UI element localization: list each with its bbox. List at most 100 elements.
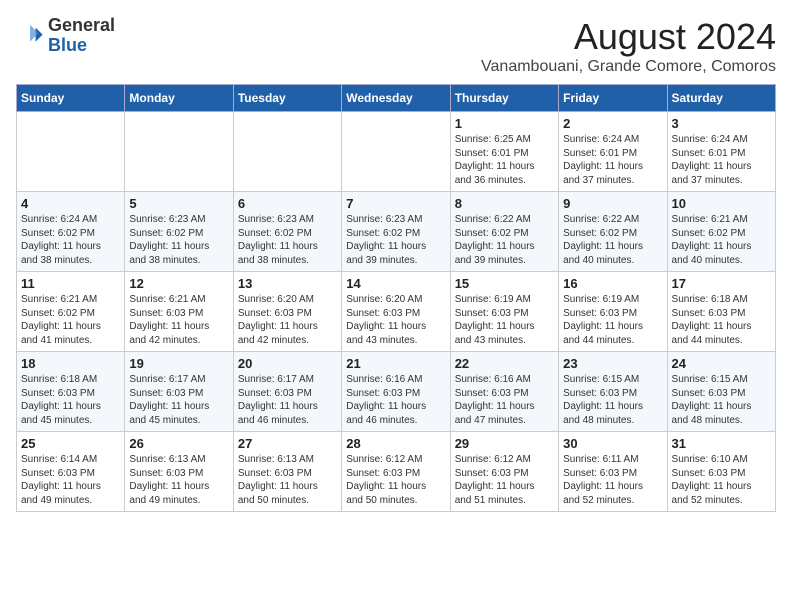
- calendar-cell: 23Sunrise: 6:15 AM Sunset: 6:03 PM Dayli…: [559, 352, 667, 432]
- day-number: 18: [21, 356, 120, 371]
- calendar-cell: 21 Sunrise: 6:16 AM Sunset: 6:03 PM Dayli…: [342, 352, 450, 432]
- day-number: 8: [455, 196, 554, 211]
- day-number: 6: [238, 196, 337, 211]
- calendar-cell: 9 Sunrise: 6:22 AM Sunset: 6:02 PM Daylig…: [559, 192, 667, 272]
- column-header-thursday: Thursday: [450, 85, 558, 112]
- day-number: 19: [129, 356, 228, 371]
- calendar-cell: 14 Sunrise: 6:20 AM Sunset: 6:03 PM Dayli…: [342, 272, 450, 352]
- location-subtitle: Vanambouani, Grande Comore, Comoros: [481, 58, 776, 76]
- day-info: Sunrise: 6:10 AM Sunset: 6:03 PM Dayligh…: [672, 453, 771, 507]
- calendar-cell: 18Sunrise: 6:18 AM Sunset: 6:03 PM Dayli…: [17, 352, 125, 432]
- day-info: Sunrise: 6:21 AM Sunset: 6:02 PM Dayligh…: [672, 213, 771, 267]
- calendar-cell: 26 Sunrise: 6:13 AM Sunset: 6:03 PM Dayli…: [125, 432, 233, 512]
- day-number: 2: [563, 116, 662, 131]
- day-number: 9: [563, 196, 662, 211]
- day-info: Sunrise: 6:16 AM Sunset: 6:03 PM Dayligh…: [346, 373, 445, 427]
- day-info: Sunrise: 6:13 AM Sunset: 6:03 PM Dayligh…: [129, 453, 228, 507]
- column-header-friday: Friday: [559, 85, 667, 112]
- day-number: 11: [21, 276, 120, 291]
- month-year-title: August 2024: [481, 16, 776, 58]
- calendar-cell: 27 Sunrise: 6:13 AM Sunset: 6:03 PM Dayli…: [233, 432, 341, 512]
- day-number: 17: [672, 276, 771, 291]
- day-info: Sunrise: 6:19 AM Sunset: 6:03 PM Dayligh…: [563, 293, 662, 347]
- day-number: 27: [238, 436, 337, 451]
- calendar-cell: [342, 112, 450, 192]
- day-info: Sunrise: 6:15 AM Sunset: 6:03 PM Dayligh…: [672, 373, 771, 427]
- calendar-cell: 22 Sunrise: 6:16 AM Sunset: 6:03 PM Dayli…: [450, 352, 558, 432]
- day-info: Sunrise: 6:22 AM Sunset: 6:02 PM Dayligh…: [455, 213, 554, 267]
- logo-icon: [16, 22, 44, 50]
- calendar-cell: 1Sunrise: 6:25 AM Sunset: 6:01 PM Daylig…: [450, 112, 558, 192]
- day-info: Sunrise: 6:16 AM Sunset: 6:03 PM Dayligh…: [455, 373, 554, 427]
- day-info: Sunrise: 6:23 AM Sunset: 6:02 PM Dayligh…: [346, 213, 445, 267]
- day-number: 10: [672, 196, 771, 211]
- calendar-cell: 31 Sunrise: 6:10 AM Sunset: 6:03 PM Dayli…: [667, 432, 775, 512]
- calendar-week-row: 4 Sunrise: 6:24 AM Sunset: 6:02 PM Daylig…: [17, 192, 776, 272]
- day-info: Sunrise: 6:18 AM Sunset: 6:03 PM Dayligh…: [672, 293, 771, 347]
- day-number: 22: [455, 356, 554, 371]
- day-number: 4: [21, 196, 120, 211]
- day-number: 25: [21, 436, 120, 451]
- column-header-tuesday: Tuesday: [233, 85, 341, 112]
- day-info: Sunrise: 6:22 AM Sunset: 6:02 PM Dayligh…: [563, 213, 662, 267]
- calendar-week-row: 18Sunrise: 6:18 AM Sunset: 6:03 PM Dayli…: [17, 352, 776, 432]
- column-header-monday: Monday: [125, 85, 233, 112]
- day-number: 30: [563, 436, 662, 451]
- day-number: 14: [346, 276, 445, 291]
- day-number: 15: [455, 276, 554, 291]
- day-number: 20: [238, 356, 337, 371]
- day-info: Sunrise: 6:23 AM Sunset: 6:02 PM Dayligh…: [129, 213, 228, 267]
- calendar-cell: 24 Sunrise: 6:15 AM Sunset: 6:03 PM Dayli…: [667, 352, 775, 432]
- day-number: 1: [455, 116, 554, 131]
- title-block: August 2024 Vanambouani, Grande Comore, …: [481, 16, 776, 76]
- calendar-cell: 10 Sunrise: 6:21 AM Sunset: 6:02 PM Dayli…: [667, 192, 775, 272]
- day-number: 31: [672, 436, 771, 451]
- day-number: 24: [672, 356, 771, 371]
- calendar-table: SundayMondayTuesdayWednesdayThursdayFrid…: [16, 84, 776, 512]
- day-info: Sunrise: 6:24 AM Sunset: 6:01 PM Dayligh…: [563, 133, 662, 187]
- column-header-sunday: Sunday: [17, 85, 125, 112]
- day-info: Sunrise: 6:17 AM Sunset: 6:03 PM Dayligh…: [238, 373, 337, 427]
- calendar-cell: 8 Sunrise: 6:22 AM Sunset: 6:02 PM Daylig…: [450, 192, 558, 272]
- day-info: Sunrise: 6:11 AM Sunset: 6:03 PM Dayligh…: [563, 453, 662, 507]
- calendar-cell: [125, 112, 233, 192]
- day-number: 5: [129, 196, 228, 211]
- calendar-cell: 25Sunrise: 6:14 AM Sunset: 6:03 PM Dayli…: [17, 432, 125, 512]
- calendar-cell: 7 Sunrise: 6:23 AM Sunset: 6:02 PM Daylig…: [342, 192, 450, 272]
- day-info: Sunrise: 6:21 AM Sunset: 6:02 PM Dayligh…: [21, 293, 120, 347]
- calendar-week-row: 11 Sunrise: 6:21 AM Sunset: 6:02 PM Dayli…: [17, 272, 776, 352]
- calendar-cell: 28Sunrise: 6:12 AM Sunset: 6:03 PM Dayli…: [342, 432, 450, 512]
- day-info: Sunrise: 6:24 AM Sunset: 6:02 PM Dayligh…: [21, 213, 120, 267]
- day-info: Sunrise: 6:23 AM Sunset: 6:02 PM Dayligh…: [238, 213, 337, 267]
- calendar-week-row: 1Sunrise: 6:25 AM Sunset: 6:01 PM Daylig…: [17, 112, 776, 192]
- day-number: 3: [672, 116, 771, 131]
- day-info: Sunrise: 6:21 AM Sunset: 6:03 PM Dayligh…: [129, 293, 228, 347]
- day-number: 7: [346, 196, 445, 211]
- calendar-cell: 15 Sunrise: 6:19 AM Sunset: 6:03 PM Dayli…: [450, 272, 558, 352]
- day-info: Sunrise: 6:15 AM Sunset: 6:03 PM Dayligh…: [563, 373, 662, 427]
- calendar-cell: 4 Sunrise: 6:24 AM Sunset: 6:02 PM Daylig…: [17, 192, 125, 272]
- calendar-cell: 29Sunrise: 6:12 AM Sunset: 6:03 PM Dayli…: [450, 432, 558, 512]
- calendar-cell: 11 Sunrise: 6:21 AM Sunset: 6:02 PM Dayli…: [17, 272, 125, 352]
- day-info: Sunrise: 6:19 AM Sunset: 6:03 PM Dayligh…: [455, 293, 554, 347]
- day-info: Sunrise: 6:20 AM Sunset: 6:03 PM Dayligh…: [238, 293, 337, 347]
- column-header-wednesday: Wednesday: [342, 85, 450, 112]
- calendar-cell: 6 Sunrise: 6:23 AM Sunset: 6:02 PM Daylig…: [233, 192, 341, 272]
- calendar-cell: 19 Sunrise: 6:17 AM Sunset: 6:03 PM Dayli…: [125, 352, 233, 432]
- calendar-cell: [17, 112, 125, 192]
- day-number: 21: [346, 356, 445, 371]
- calendar-cell: [233, 112, 341, 192]
- day-info: Sunrise: 6:20 AM Sunset: 6:03 PM Dayligh…: [346, 293, 445, 347]
- day-number: 16: [563, 276, 662, 291]
- calendar-week-row: 25Sunrise: 6:14 AM Sunset: 6:03 PM Dayli…: [17, 432, 776, 512]
- calendar-cell: 5 Sunrise: 6:23 AM Sunset: 6:02 PM Daylig…: [125, 192, 233, 272]
- day-number: 26: [129, 436, 228, 451]
- day-info: Sunrise: 6:12 AM Sunset: 6:03 PM Dayligh…: [346, 453, 445, 507]
- day-number: 12: [129, 276, 228, 291]
- day-info: Sunrise: 6:12 AM Sunset: 6:03 PM Dayligh…: [455, 453, 554, 507]
- day-info: Sunrise: 6:13 AM Sunset: 6:03 PM Dayligh…: [238, 453, 337, 507]
- calendar-cell: 30 Sunrise: 6:11 AM Sunset: 6:03 PM Dayli…: [559, 432, 667, 512]
- day-info: Sunrise: 6:17 AM Sunset: 6:03 PM Dayligh…: [129, 373, 228, 427]
- day-info: Sunrise: 6:24 AM Sunset: 6:01 PM Dayligh…: [672, 133, 771, 187]
- logo-text: General Blue: [48, 16, 115, 56]
